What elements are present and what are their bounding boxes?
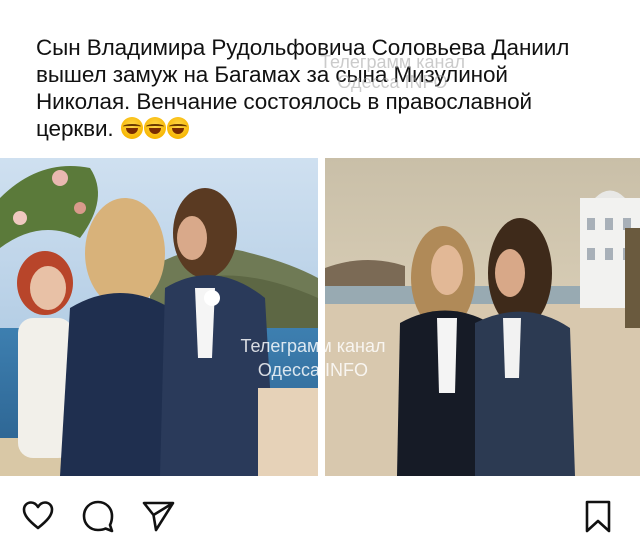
photo-collage[interactable]	[0, 158, 640, 476]
comment-button[interactable]	[80, 498, 116, 534]
emoji-group	[120, 117, 189, 145]
share-button[interactable]	[140, 498, 176, 534]
caption-text: Сын Владимира Рудольфовича Соловьева Дан…	[36, 35, 570, 141]
couple-beach-photo[interactable]	[325, 158, 640, 476]
save-button[interactable]	[580, 498, 616, 534]
like-button[interactable]	[20, 498, 56, 534]
comment-icon	[82, 500, 114, 533]
heart-icon	[22, 501, 54, 530]
tears-of-joy-emoji-icon	[143, 117, 166, 139]
wedding-kiss-photo[interactable]	[0, 158, 318, 476]
bookmark-icon	[585, 500, 611, 533]
post-actions-bar	[0, 498, 640, 534]
tears-of-joy-emoji-icon	[166, 117, 189, 139]
tears-of-joy-emoji-icon	[120, 117, 143, 139]
post-caption: Сын Владимира Рудольфовича Соловьева Дан…	[36, 34, 596, 145]
share-icon	[142, 501, 175, 532]
